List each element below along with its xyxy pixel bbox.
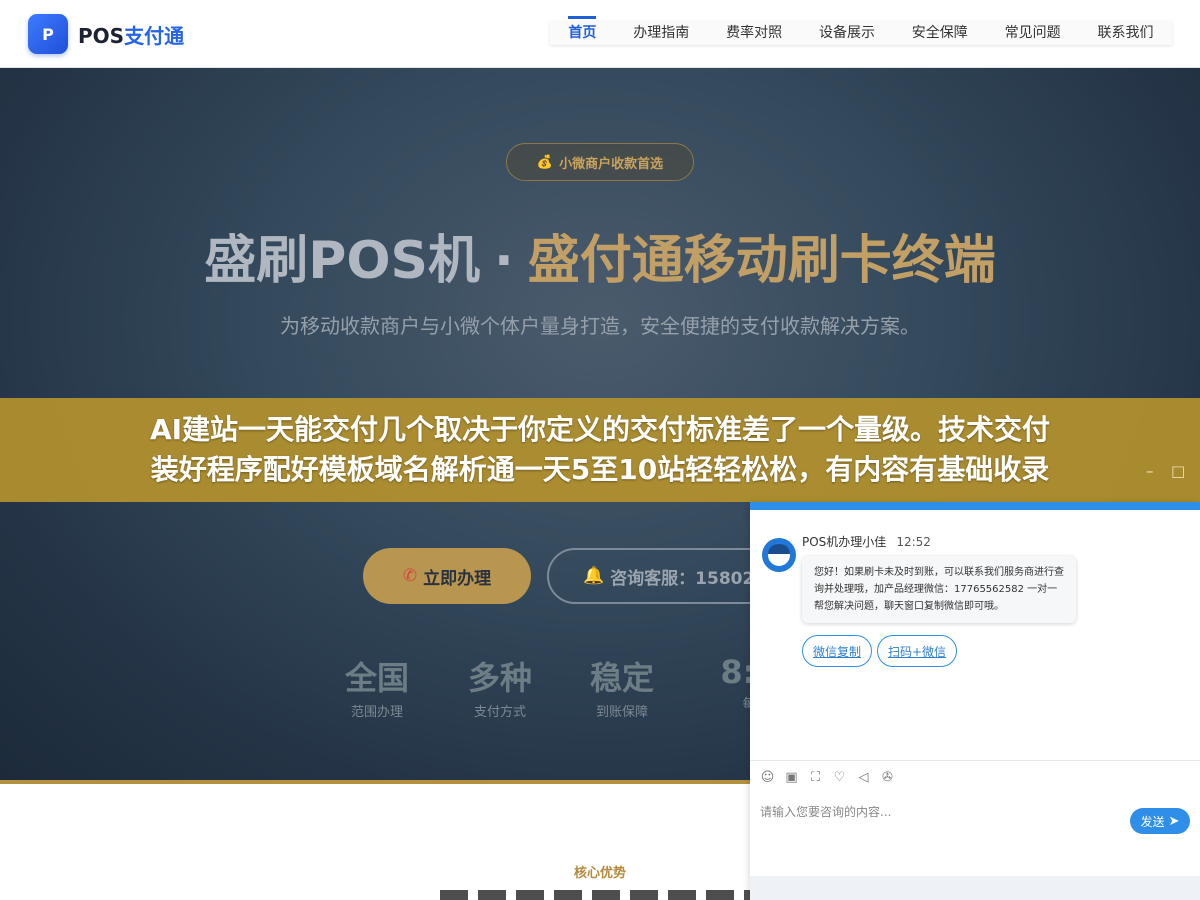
nav-guide[interactable]: 办理指南 — [633, 21, 689, 45]
chat-footer — [750, 876, 1200, 900]
main-nav: 首页 办理指南 费率对照 设备展示 安全保障 常见问题 联系我们 — [550, 16, 1172, 45]
logo-icon: P — [28, 14, 68, 54]
rating-icon[interactable]: ♡ — [832, 770, 847, 785]
nav-security[interactable]: 安全保障 — [912, 21, 968, 45]
phone-icon: ✆ — [402, 566, 418, 586]
chat-message: 您好！如果刷卡未及时到账，可以联系我们服务商进行查询并处理哦，加产品经理微信：1… — [802, 556, 1076, 623]
sound-icon[interactable]: ◁ — [856, 770, 871, 785]
avatar-face-icon — [768, 544, 790, 566]
scan-wechat-button[interactable]: 扫码+微信 — [877, 635, 957, 667]
chat-input[interactable] — [760, 802, 1120, 822]
screenshot-icon[interactable]: ⛶ — [808, 770, 823, 785]
hero-title: 盛刷POS机 · 盛付通移动刷卡终端 — [204, 231, 996, 291]
chat-toolbar: ☺ ▣ ⛶ ♡ ◁ ✇ — [760, 770, 895, 785]
agent-avatar — [762, 538, 796, 572]
site-logo[interactable]: P POS支付通 — [28, 14, 184, 54]
chat-widget: POS机办理小佳 12:52 您好！如果刷卡未及时到账，可以联系我们服务商进行查询… — [750, 502, 1200, 900]
chat-maximize-icon[interactable]: □ — [1171, 462, 1185, 480]
chat-header-bar — [750, 502, 1200, 510]
chat-minimize-icon[interactable]: – — [1146, 462, 1154, 480]
chat-divider — [750, 760, 1200, 761]
copy-wechat-button[interactable]: 微信复制 — [802, 635, 872, 667]
bell-icon: 🔔 — [583, 566, 605, 586]
hero-badge: 💰 小微商户收款首选 — [506, 143, 694, 181]
stat-item: 全国 范围办理 — [344, 659, 409, 720]
emoji-icon[interactable]: ☺ — [760, 770, 775, 785]
nav-home[interactable]: 首页 — [568, 16, 597, 45]
money-bag-icon: 💰 — [536, 154, 554, 170]
nav-rates[interactable]: 费率对照 — [726, 21, 782, 45]
chat-sender: POS机办理小佳 12:52 — [802, 535, 931, 549]
site-header: P POS支付通 首页 办理指南 费率对照 设备展示 安全保障 常见问题 联系我… — [0, 0, 1200, 68]
image-icon[interactable]: ▣ — [784, 770, 799, 785]
send-button[interactable]: 发送 ➤ — [1130, 808, 1190, 834]
announcement-overlay: AI建站一天能交付几个取决于你定义的交付标准差了一个量级。技术交付 装好程序配好… — [0, 398, 1200, 502]
section-title-cropped — [440, 890, 760, 900]
stat-item: 多种 支付方式 — [467, 659, 532, 720]
logo-text: POS支付通 — [78, 23, 185, 48]
nav-devices[interactable]: 设备展示 — [819, 21, 875, 45]
stat-item: 稳定 到账保障 — [589, 659, 654, 720]
nav-faq[interactable]: 常见问题 — [1005, 21, 1061, 45]
hero-subtitle: 为移动收款商户与小微个体户量身打造，安全便捷的支付收款解决方案。 — [280, 314, 920, 338]
apply-now-button[interactable]: ✆ 立即办理 — [363, 548, 531, 604]
send-arrow-icon: ➤ — [1168, 813, 1180, 829]
wechat-icon[interactable]: ✇ — [880, 770, 895, 785]
overlay-text: AI建站一天能交付几个取决于你定义的交付标准差了一个量级。技术交付 装好程序配好… — [149, 413, 1051, 486]
nav-contact[interactable]: 联系我们 — [1097, 21, 1153, 45]
